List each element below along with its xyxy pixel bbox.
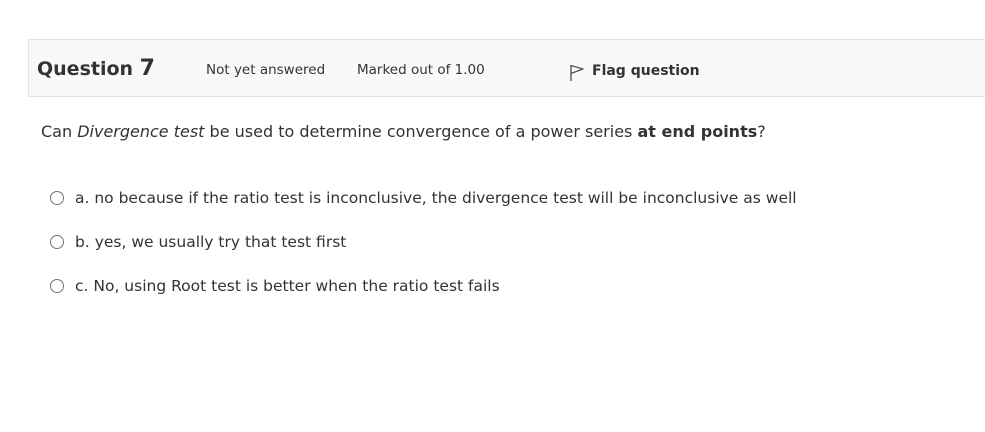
quiz-page: Question 7 Not yet answered Marked out o… [0, 0, 985, 432]
question-text-part1: Can [41, 122, 78, 141]
answer-a-label[interactable]: a. no because if the ratio test is incon… [75, 189, 797, 207]
flag-question-button[interactable]: Flag question [569, 60, 700, 82]
question-text-strong: at end points [637, 122, 758, 141]
flag-question-label: Flag question [592, 63, 700, 79]
question-grade: Marked out of 1.00 [357, 62, 485, 78]
question-text-part2: be used to determine convergence of a po… [204, 122, 638, 141]
answer-options: a. no because if the ratio test is incon… [50, 176, 797, 308]
question-title: Question 7 [37, 56, 155, 81]
question-text-part3: ? [757, 122, 766, 141]
answer-a-radio[interactable] [50, 191, 64, 205]
answer-option-c[interactable]: c. No, using Root test is better when th… [50, 264, 797, 308]
question-info-bar: Question 7 Not yet answered Marked out o… [28, 39, 985, 97]
question-title-prefix: Question [37, 58, 140, 80]
question-text-emphasis: Divergence test [77, 122, 205, 141]
flag-icon [570, 64, 584, 81]
answer-option-a[interactable]: a. no because if the ratio test is incon… [50, 176, 797, 220]
answer-c-label[interactable]: c. No, using Root test is better when th… [75, 277, 500, 295]
answer-b-label[interactable]: b. yes, we usually try that test first [75, 233, 346, 251]
answer-c-radio[interactable] [50, 279, 64, 293]
answer-option-b[interactable]: b. yes, we usually try that test first [50, 220, 797, 264]
question-number: 7 [139, 56, 155, 81]
question-text: Can Divergence test be used to determine… [41, 122, 766, 141]
answer-b-radio[interactable] [50, 235, 64, 249]
question-state: Not yet answered [206, 62, 326, 78]
